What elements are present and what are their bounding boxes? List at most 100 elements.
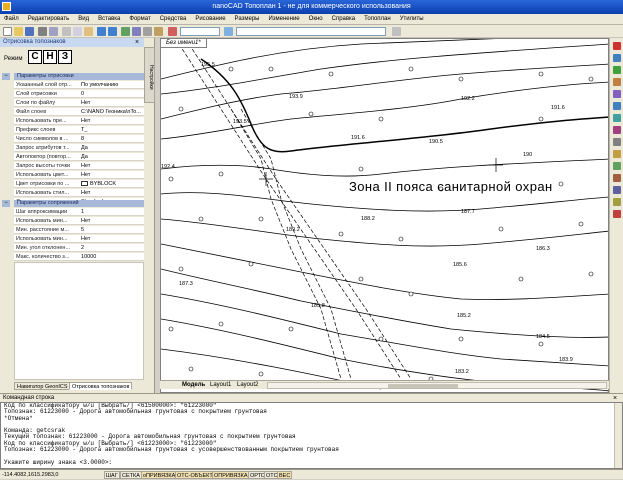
copy-object-icon[interactable]	[613, 54, 621, 62]
mode-button-n[interactable]: Н	[43, 50, 57, 64]
property-value[interactable]: 10000	[81, 253, 143, 261]
settings-vertical-tab[interactable]: Настройки	[144, 47, 155, 103]
property-value[interactable]: Нет	[81, 171, 143, 179]
property-row[interactable]: Использовать стил... Нет	[14, 189, 144, 197]
property-row[interactable]: Автоповтор (повтор... Да	[14, 153, 144, 161]
section2-toggle[interactable]: −	[2, 200, 10, 207]
document-tab[interactable]: Без имени1*	[161, 39, 207, 48]
open-folder-icon[interactable]	[14, 27, 23, 36]
section-drawing-params[interactable]: Параметры отрисовки	[14, 73, 144, 80]
mode-button-s[interactable]: С	[28, 50, 42, 64]
otrack-toggle[interactable]: ОТС-ОБЪЕКТ	[175, 471, 215, 479]
property-value[interactable]: 8	[81, 135, 143, 143]
menu-window[interactable]: Окно	[309, 16, 323, 22]
property-row[interactable]: Запрос высоты точки Нет	[14, 162, 144, 170]
move-icon[interactable]	[613, 102, 621, 110]
property-row[interactable]: Мин. угол отклонен... 2	[14, 244, 144, 252]
property-value[interactable]: Да	[81, 144, 143, 152]
property-row[interactable]: Число символов в ... 8	[14, 135, 144, 143]
property-value[interactable]: 5	[81, 226, 143, 234]
save-icon[interactable]	[25, 27, 34, 36]
zoom-window-icon[interactable]	[143, 27, 152, 36]
trim-icon[interactable]	[613, 150, 621, 158]
break-icon[interactable]	[613, 174, 621, 182]
property-row[interactable]: Шаг аппроксимации 1	[14, 208, 144, 216]
property-value[interactable]: 2	[81, 244, 143, 252]
explode-icon[interactable]	[613, 210, 621, 218]
redo-icon[interactable]	[108, 27, 117, 36]
property-value[interactable]: Нет	[81, 162, 143, 170]
property-row[interactable]: Цвет отрисовки по ... BYBLOCK	[14, 180, 144, 188]
property-row[interactable]: Использовать цвет... Нет	[14, 171, 144, 179]
menu-help[interactable]: Справка	[332, 16, 356, 22]
match-icon[interactable]	[224, 27, 233, 36]
property-row[interactable]: Мин. расстояние м... 5	[14, 226, 144, 234]
property-row[interactable]: Запрос атрибутов т... Да	[14, 144, 144, 152]
property-value[interactable]: Нет	[81, 99, 143, 107]
section-joint-params[interactable]: Параметры сопряжений	[14, 200, 144, 207]
property-value[interactable]: Нет	[81, 117, 143, 125]
menu-dimensions[interactable]: Размеры	[235, 16, 260, 22]
layer-icon[interactable]	[168, 27, 177, 36]
property-row[interactable]: Слой отрисовки 0	[14, 90, 144, 98]
object-snap-toggle[interactable]: ОПРИВЯЗКА	[212, 471, 250, 479]
property-value[interactable]: Да	[81, 153, 143, 161]
lineweight-toggle[interactable]: ВЕС	[277, 471, 293, 479]
zoom-icon[interactable]	[132, 27, 141, 36]
mode-button-z[interactable]: З	[58, 50, 72, 64]
property-value[interactable]: 1	[81, 208, 143, 216]
menu-modify[interactable]: Изменение	[268, 16, 299, 22]
tab-topo-symbols[interactable]: Отрисовка топознаков	[69, 382, 133, 390]
style-combo[interactable]	[236, 27, 386, 36]
paste-icon[interactable]	[84, 27, 93, 36]
scale-icon[interactable]	[613, 126, 621, 134]
stretch-icon[interactable]	[613, 138, 621, 146]
menu-file[interactable]: Файл	[4, 16, 19, 22]
tab-layout2[interactable]: Layout2	[235, 381, 260, 390]
property-value[interactable]: По умолчанию	[81, 81, 143, 89]
offset-icon[interactable]	[613, 78, 621, 86]
fillet-icon[interactable]	[613, 198, 621, 206]
property-row[interactable]: Файл слоев C:\NANO Геоника\nTo...	[14, 108, 144, 116]
grid-toggle[interactable]: СЕТКА	[120, 471, 142, 479]
menu-view[interactable]: Вид	[78, 16, 89, 22]
cut-icon[interactable]	[62, 27, 71, 36]
horizontal-scrollbar[interactable]	[267, 382, 607, 389]
menu-edit[interactable]: Редактировать	[28, 16, 69, 22]
erase-icon[interactable]	[613, 42, 621, 50]
property-value[interactable]: T_	[81, 126, 143, 134]
tab-layout1[interactable]: Layout1	[208, 381, 233, 390]
property-value[interactable]: 0	[81, 90, 143, 98]
property-row[interactable]: Указанный слой отр... По умолчанию	[14, 81, 144, 89]
panel-close-icon[interactable]: ×	[135, 38, 139, 47]
section1-toggle[interactable]: −	[2, 73, 10, 80]
scroll-thumb[interactable]	[388, 384, 458, 388]
pan-icon[interactable]	[121, 27, 130, 36]
property-value[interactable]: Нет	[81, 189, 143, 197]
command-window[interactable]: Код по классификатору w/u [Выбрать/] <61…	[0, 402, 623, 469]
menu-tools[interactable]: Средства	[160, 16, 187, 22]
menu-utilities[interactable]: Утилиты	[400, 16, 424, 22]
property-row[interactable]: Макс. количество з... 10000	[14, 253, 144, 261]
menu-draw[interactable]: Рисование	[195, 16, 225, 22]
property-row[interactable]: Слои по файлу Нет	[14, 99, 144, 107]
property-value[interactable]: C:\NANO Геоника\nTo...	[81, 108, 143, 116]
tab-model[interactable]: Модель	[180, 381, 207, 390]
new-file-icon[interactable]	[3, 27, 12, 36]
property-value[interactable]: Нет	[81, 217, 143, 225]
property-value[interactable]: Нет	[81, 235, 143, 243]
command-scrollbar[interactable]	[614, 403, 622, 468]
property-row[interactable]: Использовать мин... Нет	[14, 217, 144, 225]
osnap-toggle[interactable]: оПРИВЯЗКА	[141, 471, 178, 479]
layer-combo[interactable]	[180, 27, 220, 36]
snap-toggle[interactable]: ШАГ	[104, 471, 120, 479]
rotate-icon[interactable]	[613, 114, 621, 122]
property-row[interactable]: Использовать пре... Нет	[14, 117, 144, 125]
undo-icon[interactable]	[97, 27, 106, 36]
mirror-icon[interactable]	[613, 66, 621, 74]
drawing-canvas[interactable]: Без имени1* 195.5 193.5 193.9 192.2 191.…	[160, 38, 609, 393]
array-icon[interactable]	[613, 90, 621, 98]
menu-insert[interactable]: Вставка	[98, 16, 120, 22]
properties-icon[interactable]	[154, 27, 163, 36]
property-row[interactable]: Префикс слоев T_	[14, 126, 144, 134]
